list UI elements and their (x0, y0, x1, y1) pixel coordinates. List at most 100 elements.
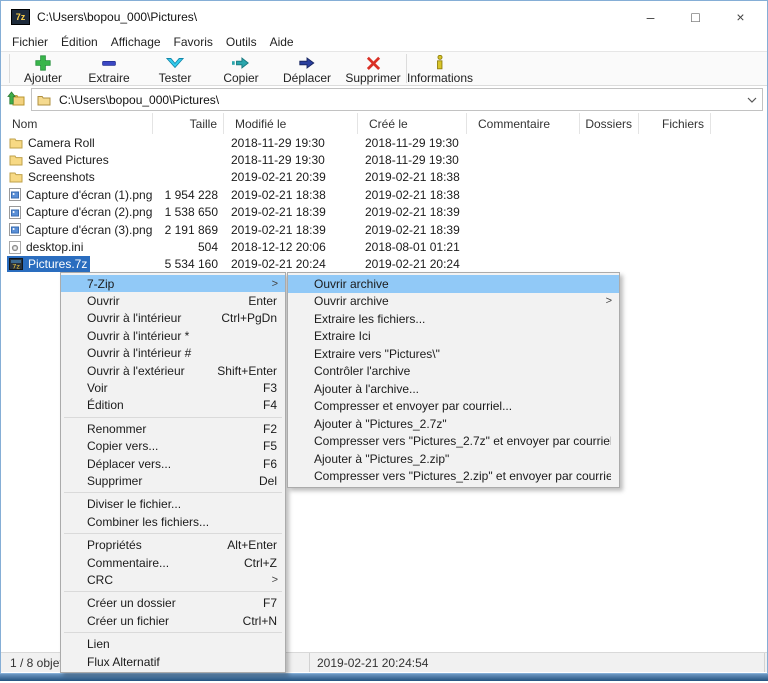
file-row-capture-d-ecran-1-png[interactable]: Capture d'écran (1).png 1 954 228 2019-02-… (1, 186, 767, 203)
file-name-cell: 7z Pictures.7z (1, 256, 153, 273)
column-header-fichiers[interactable]: Fichiers (639, 113, 711, 134)
window-bottom-edge (0, 674, 768, 681)
column-header-taille[interactable]: Taille (153, 113, 224, 134)
menu-item-ouvrir-a-l-interieur[interactable]: Ouvrir à l'intérieur # (61, 345, 285, 362)
menubar-item-affichage[interactable]: Affichage (111, 35, 169, 49)
menu-item-label: Ouvrir (87, 294, 120, 309)
menu-item-ajouter-a-l-archive[interactable]: Ajouter à l'archive... (288, 380, 619, 398)
file-row-screenshots[interactable]: Screenshots 2019-02-21 20:39 2019-02-21 18… (1, 169, 767, 186)
minimize-button[interactable]: – (628, 1, 673, 33)
column-header-commentaire[interactable]: Commentaire (467, 113, 580, 134)
folder-icon (37, 94, 51, 106)
menubar-item-aide[interactable]: Aide (270, 35, 302, 49)
close-button[interactable]: × (718, 1, 763, 33)
menu-item-compresser-et-envoyer-par-courriel[interactable]: Compresser et envoyer par courriel... (288, 398, 619, 416)
menu-item-label: Copier vers... (87, 439, 159, 454)
dropdown-chevron-icon[interactable] (742, 97, 762, 103)
file-created-date: 2019-02-21 18:38 (365, 170, 460, 185)
copy-arrow-icon (232, 55, 250, 71)
column-header-dossiers[interactable]: Dossiers (580, 113, 639, 134)
menu-item-voir[interactable]: Voir F3 (61, 379, 285, 396)
menu-item-flux-alternatif[interactable]: Flux Alternatif (61, 653, 285, 670)
menu-item-combiner-les-fichiers[interactable]: Combiner les fichiers... (61, 513, 285, 530)
menu-item-creer-un-dossier[interactable]: Créer un dossier F7 (61, 595, 285, 612)
menu-item-extraire-les-fichiers[interactable]: Extraire les fichiers... (288, 310, 619, 328)
menu-item-ouvrir-archive[interactable]: Ouvrir archive (288, 275, 619, 293)
menubar-item-outils[interactable]: Outils (226, 35, 265, 49)
toolbar-button-label: Ajouter (23, 71, 63, 85)
toolbar: Ajouter Extraire Tester Copier Déplacer Suppr… (1, 51, 767, 86)
file-size: 1 538 650 (164, 205, 218, 220)
menu-item-ouvrir-archive[interactable]: Ouvrir archive > (288, 293, 619, 311)
informations-button[interactable]: Informations (407, 52, 473, 85)
image-file-icon (9, 205, 21, 219)
file-modified-date: 2019-02-21 20:39 (231, 170, 326, 185)
file-created-date: 2018-11-29 19:30 (365, 153, 459, 168)
supprimer-button[interactable]: Supprimer (340, 52, 406, 85)
file-row-pictures-7z[interactable]: 7z Pictures.7z 5 534 160 2019-02-21 20:24 20… (1, 256, 767, 273)
menu-item-7-zip[interactable]: 7-Zip > (61, 275, 285, 293)
menu-item-ajouter-a-pictures-2-zip[interactable]: Ajouter à "Pictures_2.zip" (288, 450, 619, 468)
menubar-item-edition[interactable]: Édition (61, 35, 106, 49)
menu-item-lien[interactable]: Lien (61, 635, 285, 652)
menu-item-renommer[interactable]: Renommer F2 (61, 420, 285, 437)
menu-separator (64, 416, 282, 418)
file-name-chip: Capture d'écran (2).png (7, 204, 153, 220)
menu-item-creer-un-fichier[interactable]: Créer un fichier Ctrl+N (61, 612, 285, 629)
menu-item-compresser-vers-pictures-2-7z-et-envoyer-par-courriel[interactable]: Compresser vers "Pictures_2.7z" et envoy… (288, 433, 619, 451)
menubar-item-favoris[interactable]: Favoris (174, 35, 221, 49)
file-size: 1 954 228 (164, 187, 218, 202)
menu-item-label: Renommer (87, 421, 147, 436)
menu-item-label: Ouvrir à l'intérieur # (87, 346, 192, 361)
toolbar-button-label: Copier (223, 71, 259, 85)
menu-item-label: Déplacer vers... (87, 456, 172, 471)
menu-item-shortcut: Shift+Enter (217, 363, 277, 378)
app-7zip-icon: 7z (11, 9, 30, 25)
menu-item-ouvrir-a-l-interieur[interactable]: Ouvrir à l'intérieur * (61, 327, 285, 344)
menu-item-crc[interactable]: CRC > (61, 571, 285, 588)
file-name-chip: desktop.ini (7, 239, 86, 255)
file-row-saved-pictures[interactable]: Saved Pictures 2018-11-29 19:30 2018-11-29… (1, 151, 767, 168)
address-path-input[interactable] (57, 91, 742, 108)
column-header-cree-le[interactable]: Créé le (358, 113, 467, 134)
file-row-camera-roll[interactable]: Camera Roll 2018-11-29 19:30 2018-11-29 19… (1, 134, 767, 151)
menu-item-commentaire[interactable]: Commentaire... Ctrl+Z (61, 554, 285, 571)
file-name-cell: Screenshots (1, 169, 153, 185)
menu-item-ajouter-a-pictures-2-7z[interactable]: Ajouter à "Pictures_2.7z" (288, 415, 619, 433)
menu-item-supprimer[interactable]: Supprimer Del (61, 472, 285, 489)
copier-button[interactable]: Copier (208, 52, 274, 85)
column-header-modifie-le[interactable]: Modifié le (224, 113, 358, 134)
menu-item-ouvrir-a-l-interieur[interactable]: Ouvrir à l'intérieur Ctrl+PgDn (61, 310, 285, 327)
ajouter-button[interactable]: Ajouter (10, 52, 76, 85)
menu-item-ouvrir-a-l-exterieur[interactable]: Ouvrir à l'extérieur Shift+Enter (61, 362, 285, 379)
menu-item-controler-l-archive[interactable]: Contrôler l'archive (288, 363, 619, 381)
menu-item-label: Combiner les fichiers... (87, 514, 210, 529)
menu-item-ouvrir[interactable]: Ouvrir Enter (61, 292, 285, 309)
file-row-capture-d-ecran-2-png[interactable]: Capture d'écran (2).png 1 538 650 2019-02-… (1, 204, 767, 221)
deplacer-button[interactable]: Déplacer (274, 52, 340, 85)
menu-item-compresser-vers-pictures-2-zip-et-envoyer-par-courriel[interactable]: Compresser vers "Pictures_2.zip" et envo… (288, 468, 619, 486)
menu-item-deplacer-vers[interactable]: Déplacer vers... F6 (61, 455, 285, 472)
menu-item-edition[interactable]: Édition F4 (61, 397, 285, 414)
menu-item-copier-vers[interactable]: Copier vers... F5 (61, 438, 285, 455)
menu-separator (64, 631, 282, 633)
column-header-nom[interactable]: Nom (1, 113, 153, 134)
menu-item-proprietes[interactable]: Propriétés Alt+Enter (61, 536, 285, 553)
tester-button[interactable]: Tester (142, 52, 208, 85)
menu-item-label: CRC (87, 572, 113, 587)
menu-item-extraire-ici[interactable]: Extraire Ici (288, 328, 619, 346)
extraire-button[interactable]: Extraire (76, 52, 142, 85)
file-modified-date: 2019-02-21 18:39 (231, 205, 326, 220)
up-one-level-button[interactable] (4, 89, 28, 110)
file-row-desktop-ini[interactable]: desktop.ini 504 2018-12-12 20:06 2018-08-01… (1, 238, 767, 255)
menu-item-label: 7-Zip (87, 276, 115, 291)
file-name: Saved Pictures (28, 153, 109, 168)
menu-item-extraire-vers-pictures[interactable]: Extraire vers "Pictures\" (288, 345, 619, 363)
file-row-capture-d-ecran-3-png[interactable]: Capture d'écran (3).png 2 191 869 2019-02-… (1, 221, 767, 238)
menu-item-diviser-le-fichier[interactable]: Diviser le fichier... (61, 496, 285, 513)
7zip-submenu: Ouvrir archive Ouvrir archive > Extraire le… (287, 272, 620, 488)
menu-item-shortcut: Del (258, 473, 277, 488)
maximize-button[interactable]: □ (673, 1, 718, 33)
menu-separator (64, 591, 282, 593)
menubar-item-fichier[interactable]: Fichier (12, 35, 56, 49)
